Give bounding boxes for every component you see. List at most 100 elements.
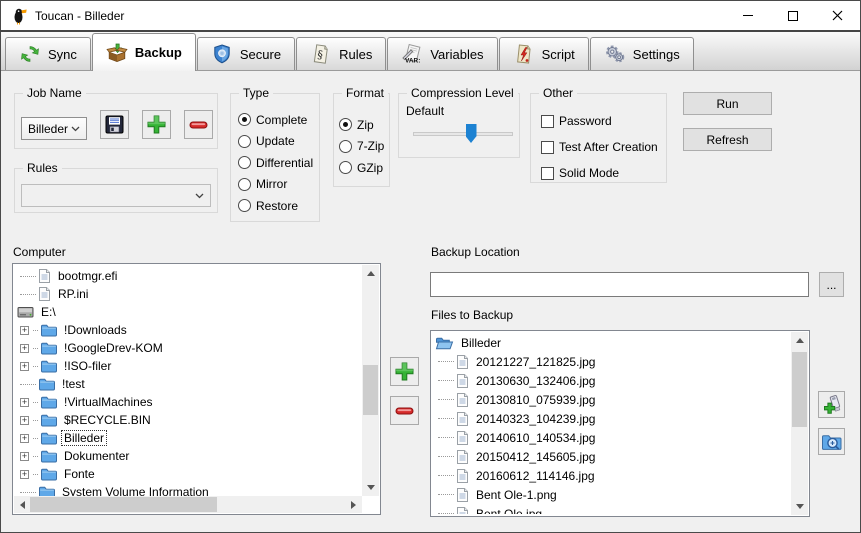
file-icon (456, 468, 469, 484)
tree-item-label: System Volume Information (60, 485, 211, 496)
backup-location-input[interactable] (430, 272, 809, 297)
tab-script[interactable]: Script (499, 37, 589, 70)
remove-job-button[interactable] (184, 110, 213, 139)
scrollbar-thumb[interactable] (792, 352, 807, 427)
scrollbar-thumb[interactable] (30, 497, 217, 512)
files-to-backup-tree[interactable]: Billeder20121227_121825.jpg20130630_1324… (430, 330, 810, 517)
radio-complete[interactable]: Complete (238, 109, 317, 131)
scroll-up-icon[interactable] (791, 332, 808, 349)
compression-slider-track[interactable] (413, 132, 513, 136)
radio-differential[interactable]: Differential (238, 152, 317, 174)
checkbox-solid-mode[interactable]: Solid Mode (541, 160, 664, 186)
scroll-down-icon[interactable] (362, 479, 379, 496)
tree-item-label: Dokumenter (62, 449, 131, 463)
rules-combo[interactable] (21, 184, 211, 207)
radio-7-zip[interactable]: 7-Zip (339, 136, 389, 158)
file-icon (456, 487, 469, 503)
tree-item-dokumenter[interactable]: + Dokumenter (16, 447, 362, 465)
scroll-left-icon[interactable] (14, 496, 31, 513)
file-icon (38, 268, 51, 284)
tree-item-e-[interactable]: E:\ (16, 303, 362, 321)
checkbox-icon (541, 167, 554, 180)
tree-item-label: E:\ (39, 305, 58, 319)
checkbox-test-after-creation[interactable]: Test After Creation (541, 134, 664, 160)
tree-item-bent-ole-jpg[interactable]: Bent Ole.jpg (434, 504, 791, 514)
tab-settings[interactable]: Settings (590, 37, 694, 70)
tree-item-label: $RECYCLE.BIN (62, 413, 153, 427)
run-button[interactable]: Run (683, 92, 772, 115)
expander-plus-icon[interactable]: + (20, 326, 29, 335)
compression-slider-thumb[interactable] (466, 124, 477, 143)
tree-item-label: !test (60, 377, 87, 391)
scroll-down-icon[interactable] (791, 498, 808, 515)
tree-item-20130630-132406-jpg[interactable]: 20130630_132406.jpg (434, 371, 791, 390)
expander-plus-icon[interactable]: + (20, 452, 29, 461)
close-button[interactable] (815, 1, 860, 30)
refresh-button[interactable]: Refresh (683, 128, 772, 151)
expander-plus-icon[interactable]: + (20, 434, 29, 443)
scroll-right-icon[interactable] (345, 496, 362, 513)
tree-item-20140610-140534-jpg[interactable]: 20140610_140534.jpg (434, 428, 791, 447)
radio-restore[interactable]: Restore (238, 195, 317, 217)
maximize-button[interactable] (770, 1, 815, 30)
expander-plus-icon[interactable]: + (20, 416, 29, 425)
preview-backup-button[interactable] (818, 428, 845, 455)
scroll-up-icon[interactable] (362, 265, 379, 282)
tab-rules[interactable]: §Rules (296, 37, 386, 70)
expander-plus-icon[interactable]: + (20, 362, 29, 371)
files-tree-vscrollbar[interactable] (791, 332, 808, 515)
tree-item-20130810-075939-jpg[interactable]: 20130810_075939.jpg (434, 390, 791, 409)
radio-icon (339, 161, 352, 174)
job-name-combo[interactable]: Billeder (21, 117, 87, 140)
tree-item--recycle-bin[interactable]: + $RECYCLE.BIN (16, 411, 362, 429)
tree-item-billeder[interactable]: Billeder (434, 333, 791, 352)
tree-line (20, 294, 36, 295)
save-job-button[interactable] (100, 110, 129, 139)
computer-tree-hscrollbar[interactable] (14, 496, 362, 513)
tab-bar: SyncBackupSecure§RulesVAR:VariablesScrip… (1, 32, 860, 71)
computer-tree[interactable]: bootmgr.efiRP.ini E:\ +!Downloads+!GoogleD… (12, 263, 381, 515)
expander-plus-icon[interactable]: + (20, 470, 29, 479)
tree-item-system-volume-information[interactable]: System Volume Information (16, 483, 362, 496)
tree-item--iso-filer[interactable]: +!ISO-filer (16, 357, 362, 375)
remove-files-button[interactable] (390, 396, 419, 425)
radio-zip[interactable]: Zip (339, 114, 389, 136)
tree-item--googledrev-kom[interactable]: +!GoogleDrev-KOM (16, 339, 362, 357)
expander-plus-icon[interactable]: + (20, 398, 29, 407)
folder-icon (40, 341, 57, 355)
radio-gzip[interactable]: GZip (339, 157, 389, 179)
radio-update[interactable]: Update (238, 131, 317, 153)
tree-item-20150412-145605-jpg[interactable]: 20150412_145605.jpg (434, 447, 791, 466)
add-job-button[interactable] (142, 110, 171, 139)
toucan-window: Toucan - Billeder SyncBackupSecure§Rules… (0, 0, 861, 533)
expander-plus-icon[interactable]: + (20, 344, 29, 353)
svg-text:VAR:: VAR: (405, 58, 420, 65)
minimize-button[interactable] (725, 1, 770, 30)
tree-item-rp-ini[interactable]: RP.ini (16, 285, 362, 303)
tab-secure[interactable]: Secure (197, 37, 295, 70)
browse-location-button[interactable]: ... (819, 272, 844, 297)
tab-variables[interactable]: VAR:Variables (387, 37, 497, 70)
tree-item-billeder[interactable]: +Billeder (16, 429, 362, 447)
tree-item-bootmgr-efi[interactable]: bootmgr.efi (16, 267, 362, 285)
file-icon (456, 392, 469, 408)
checkbox-password[interactable]: Password (541, 108, 664, 134)
tab-sync[interactable]: Sync (5, 37, 91, 70)
tree-item--downloads[interactable]: +!Downloads (16, 321, 362, 339)
tab-backup[interactable]: Backup (92, 33, 196, 71)
sync-icon (19, 44, 41, 64)
tree-item--virtualmachines[interactable]: +!VirtualMachines (16, 393, 362, 411)
other-group-label: Other (539, 86, 577, 100)
tree-item-fonte[interactable]: +Fonte (16, 465, 362, 483)
tree-item-bent-ole-1-png[interactable]: Bent Ole-1.png (434, 485, 791, 504)
scrollbar-thumb[interactable] (363, 365, 378, 415)
add-files-button[interactable] (390, 357, 419, 386)
tree-item-20140323-104239-jpg[interactable]: 20140323_104239.jpg (434, 409, 791, 428)
tree-item-20121227-121825-jpg[interactable]: 20121227_121825.jpg (434, 352, 791, 371)
add-location-button[interactable] (818, 391, 845, 418)
computer-tree-vscrollbar[interactable] (362, 265, 379, 496)
radio-mirror[interactable]: Mirror (238, 174, 317, 196)
checkbox-label: Test After Creation (559, 140, 658, 154)
tree-item--test[interactable]: !test (16, 375, 362, 393)
tree-item-20160612-114146-jpg[interactable]: 20160612_114146.jpg (434, 466, 791, 485)
